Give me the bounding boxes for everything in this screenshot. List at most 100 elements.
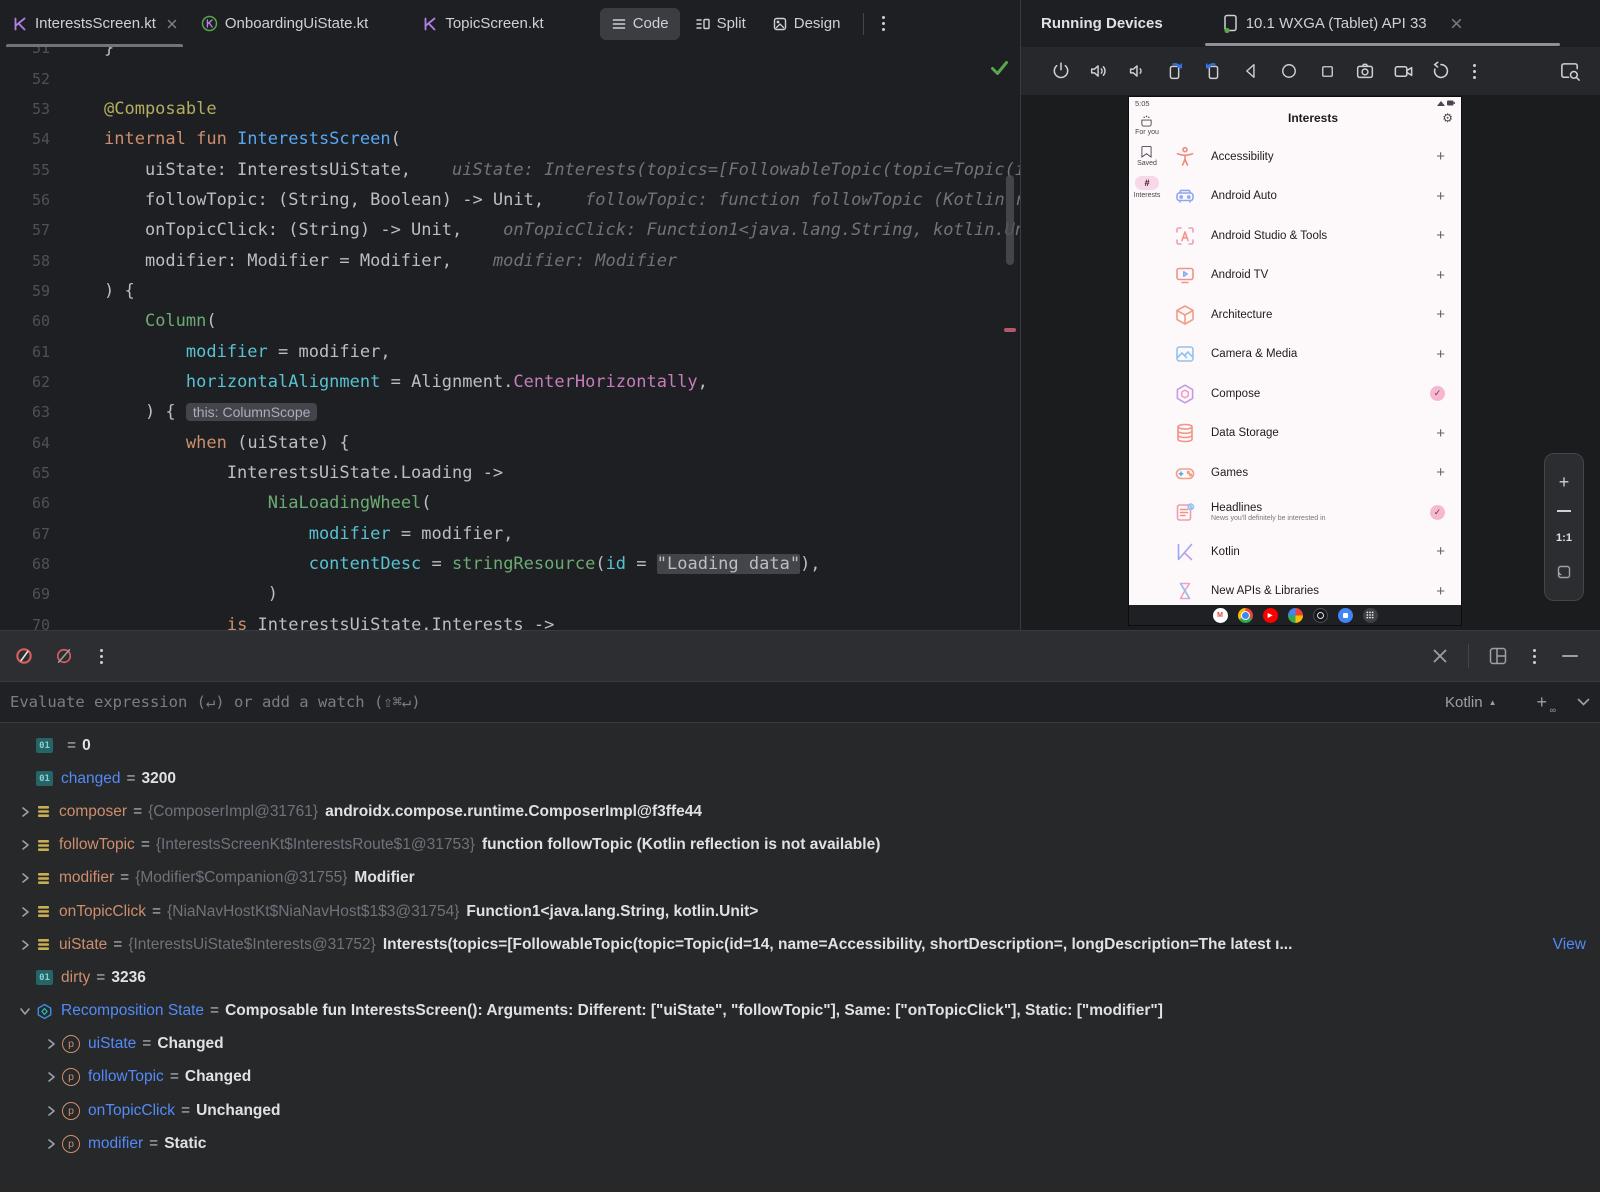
topic-followed-check-icon[interactable]: ✓ [1430,505,1445,520]
photos-app-icon[interactable] [1288,608,1303,623]
code-line[interactable]: 60 Column( [0,306,1020,336]
all-apps-icon[interactable] [1363,608,1378,623]
code-line[interactable]: 59) { [0,276,1020,306]
follow-topic-button[interactable]: + [1436,227,1445,244]
code-line[interactable]: 61 modifier = modifier, [0,336,1020,366]
home-button-icon[interactable] [1277,59,1301,83]
follow-topic-button[interactable]: + [1436,346,1445,363]
code-line[interactable]: 58 modifier: Modifier = Modifier, modifi… [0,245,1020,275]
rotate-left-icon[interactable] [1163,59,1187,83]
breakpoints-disabled-icon[interactable] [54,646,74,666]
screen-search-icon[interactable] [1558,59,1582,83]
add-watch-icon[interactable]: +∞ [1536,692,1547,713]
expand-history-icon[interactable] [1577,698,1590,707]
variable-row-composer[interactable]: composer={ComposerImpl@31761}androidx.co… [0,795,1600,828]
screen-record-icon[interactable] [1391,59,1415,83]
code-line[interactable]: 69 ) [0,579,1020,609]
back-button-icon[interactable] [1239,59,1263,83]
split-mode-button[interactable]: Split [684,8,757,40]
topic-headlines[interactable]: HeadlinesNews you'll definitely be inter… [1165,493,1461,533]
variable-row-followtopic[interactable]: followTopic={InterestsScreenKt$Interests… [0,829,1600,862]
minimize-panel-icon[interactable] [1562,655,1578,657]
follow-topic-button[interactable]: + [1436,188,1445,205]
expand-chevron-icon[interactable] [40,1038,62,1050]
device-reset-icon[interactable] [1429,59,1453,83]
topic-games[interactable]: Games+ [1165,453,1461,493]
design-mode-button[interactable]: Design [761,8,852,40]
variable-row-recomposition-state[interactable]: Recomposition State=Composable fun Inter… [0,995,1600,1028]
gmail-app-icon[interactable]: M [1213,608,1228,623]
code-line[interactable]: 54internal fun InterestsScreen( [0,124,1020,154]
topic-android-tv[interactable]: Android TV+ [1165,256,1461,296]
close-device-icon[interactable] [1451,18,1462,29]
follow-topic-button[interactable]: + [1436,148,1445,165]
zoom-out-button[interactable] [1557,510,1571,512]
nia-app-icon[interactable] [1313,608,1328,623]
follow-topic-button[interactable]: + [1436,543,1445,560]
topic-followed-check-icon[interactable]: ✓ [1430,386,1445,401]
topic-architecture[interactable]: Architecture+ [1165,295,1461,335]
follow-topic-button[interactable]: + [1436,425,1445,442]
topic-accessibility[interactable]: Accessibility+ [1165,137,1461,177]
variable-row-ontopicclick[interactable]: ponTopicClick=Unchanged [0,1094,1600,1127]
play-app-icon[interactable] [1338,608,1353,623]
code-line[interactable]: 51} [0,47,1020,63]
code-line[interactable]: 65 InterestsUiState.Loading -> [0,458,1020,488]
code-line[interactable]: 62 horizontalAlignment = Alignment.Cente… [0,367,1020,397]
variable-row-uistate[interactable]: uiState={InterestsUiState$Interests@3175… [0,928,1600,961]
variable-row-uistate[interactable]: puiState=Changed [0,1028,1600,1061]
emulator-screen[interactable]: 5:05 Interests ⚙ For you Saved # Inter [1129,97,1461,625]
overview-button-icon[interactable] [1315,59,1339,83]
topic-android-studio-tools[interactable]: Android Studio & Tools+ [1165,216,1461,256]
code-line[interactable]: 55 uiState: InterestsUiState, uiState: I… [0,154,1020,184]
code-line[interactable]: 70 is InterestsUiState.Interests -> [0,610,1020,630]
variable-row-ontopicclick[interactable]: onTopicClick={NiaNavHostKt$NiaNavHost$1$… [0,895,1600,928]
chrome-app-icon[interactable] [1238,608,1253,623]
expand-chevron-icon[interactable] [14,939,36,951]
screenshot-icon[interactable] [1353,59,1377,83]
evaluate-expression-input[interactable]: Evaluate expression (↵) or add a watch (… [10,693,1445,711]
follow-topic-button[interactable]: + [1436,464,1445,481]
expand-chevron-icon[interactable] [14,1005,36,1017]
expand-chevron-icon[interactable] [40,1138,62,1150]
close-tab-icon[interactable] [167,19,177,29]
code-line[interactable]: 56 followTopic: (String, Boolean) -> Uni… [0,185,1020,215]
layout-settings-icon[interactable] [1489,647,1507,665]
follow-topic-button[interactable]: + [1436,306,1445,323]
language-selector[interactable]: Kotlin▲ [1445,694,1496,711]
expand-chevron-icon[interactable] [14,906,36,918]
topic-camera-media[interactable]: Camera & Media+ [1165,335,1461,375]
inspections-ok-icon[interactable] [991,61,1008,75]
mute-breakpoints-icon[interactable] [14,646,34,666]
code-line[interactable]: 67 modifier = modifier, [0,519,1020,549]
topic-kotlin[interactable]: Kotlin+ [1165,532,1461,572]
device-tab[interactable]: 10.1 WXGA (Tablet) API 33 [1223,0,1462,47]
follow-topic-button[interactable]: + [1436,267,1445,284]
device-more-options-icon[interactable] [1467,58,1482,85]
topic-data-storage[interactable]: Data Storage+ [1165,414,1461,454]
settings-gear-icon[interactable]: ⚙ [1442,112,1453,124]
code-line[interactable]: 64 when (uiState) { [0,427,1020,457]
fit-to-window-icon[interactable] [1557,565,1571,579]
expand-chevron-icon[interactable] [14,806,36,818]
topic-compose[interactable]: Compose✓ [1165,374,1461,414]
nav-interests-selected[interactable]: # Interests [1134,176,1161,199]
volume-down-icon[interactable] [1125,59,1149,83]
code-editor[interactable]: 51}5253@Composable54internal fun Interes… [0,47,1020,630]
expand-chevron-icon[interactable] [14,839,36,851]
variable-row-modifier[interactable]: pmodifier=Static [0,1127,1600,1160]
tab-topic-screen[interactable]: TopicScreen.kt [410,1,555,47]
code-line[interactable]: 53@Composable [0,94,1020,124]
code-mode-button[interactable]: Code [600,8,680,40]
rotate-right-icon[interactable] [1201,59,1225,83]
panel-more-options-icon[interactable] [1527,643,1542,670]
power-button-icon[interactable] [1049,59,1073,83]
code-line[interactable]: 68 contentDesc = stringResource(id = "Lo… [0,549,1020,579]
topic-android-auto[interactable]: Android Auto+ [1165,177,1461,217]
zoom-in-button[interactable]: + [1559,475,1570,489]
tab-interests-screen[interactable]: InterestsScreen.kt [0,1,189,47]
tab-onboarding-ui-state[interactable]: OnboardingUiState.kt [189,1,380,47]
code-line[interactable]: 57 onTopicClick: (String) -> Unit, onTop… [0,215,1020,245]
variable-row-modifier[interactable]: modifier={Modifier$Companion@31755}Modif… [0,862,1600,895]
variable-row-followtopic[interactable]: pfollowTopic=Changed [0,1061,1600,1094]
